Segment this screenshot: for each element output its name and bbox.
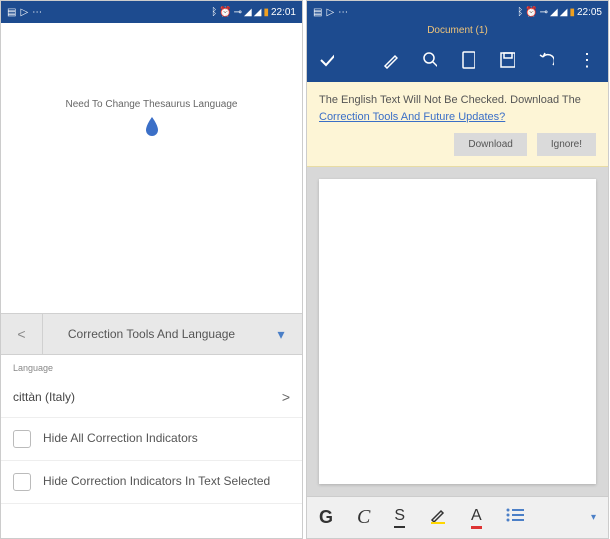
banner-link[interactable]: Correction Tools And Future Updates? — [319, 111, 505, 123]
signal-icon: ◢ — [560, 7, 568, 18]
status-bar: ▤ ▷ ⋯ ᛒ ⏰ ⊸ ◢ ◢ ▮ 22:05 — [307, 1, 608, 23]
image-icon: ▤ — [313, 7, 322, 18]
hide-selected-label: Hide Correction Indicators In Text Selec… — [43, 474, 270, 490]
pen-icon[interactable] — [382, 51, 397, 69]
status-right: ᛒ ⏰ ⊸ ◢ ◢ ▮ 22:01 — [211, 7, 296, 18]
bluetooth-icon: ᛒ — [211, 7, 217, 18]
hide-all-label: Hide All Correction Indicators — [43, 431, 198, 447]
check-icon[interactable] — [319, 51, 334, 69]
thesaurus-message: Need To Change Thesaurus Language — [66, 99, 238, 110]
battery-icon: ▮ — [263, 7, 269, 18]
save-icon[interactable] — [499, 51, 514, 69]
page[interactable] — [319, 179, 596, 484]
clock: 22:01 — [271, 7, 296, 18]
list-button[interactable] — [506, 507, 526, 528]
dropdown-icon[interactable]: ▾ — [591, 512, 596, 523]
image-icon: ▤ — [7, 7, 16, 18]
app-toolbar: ⋮ — [307, 38, 608, 82]
key-icon: ⊸ — [540, 7, 548, 18]
language-value: cittàn (Italy) — [13, 390, 75, 404]
ignore-button[interactable]: Ignore! — [537, 133, 596, 156]
phone-left: ▤ ▷ ⋯ ᛒ ⏰ ⊸ ◢ ◢ ▮ 22:01 Need To Change T… — [0, 0, 303, 539]
section-label: Language — [1, 355, 302, 377]
hide-all-row[interactable]: Hide All Correction Indicators — [1, 418, 302, 461]
hide-selected-row[interactable]: Hide Correction Indicators In Text Selec… — [1, 461, 302, 504]
play-icon: ▷ — [20, 7, 28, 18]
checkbox-hide-selected[interactable] — [13, 473, 31, 491]
play-icon: ▷ — [326, 7, 334, 18]
droplet-icon — [144, 116, 160, 136]
wifi-icon: ◢ — [244, 7, 252, 18]
more-icon: ⋯ — [32, 7, 42, 18]
tab-label[interactable]: Correction Tools And Language — [43, 327, 260, 341]
banner-text: The English Text Will Not Be Checked. Do… — [319, 92, 596, 125]
clock: 22:05 — [577, 7, 602, 18]
status-left: ▤ ▷ ⋯ — [7, 7, 42, 18]
signal-icon: ◢ — [254, 7, 262, 18]
checkbox-hide-all[interactable] — [13, 430, 31, 448]
banner-line1: The English Text Will Not Be Checked. Do… — [319, 94, 581, 106]
chevron-right-icon: > — [282, 389, 290, 405]
phone-right: ▤ ▷ ⋯ ᛒ ⏰ ⊸ ◢ ◢ ▮ 22:05 Document (1) ⋮ T… — [306, 0, 609, 539]
back-button[interactable]: < — [1, 314, 43, 354]
download-button[interactable]: Download — [454, 133, 526, 156]
document-area[interactable] — [307, 167, 608, 496]
alarm-icon: ⏰ — [525, 7, 537, 18]
bold-button[interactable]: G — [319, 507, 333, 528]
menu-icon[interactable]: ⋮ — [578, 50, 596, 71]
tab-dropdown[interactable]: ▾ — [260, 326, 302, 343]
italic-button[interactable]: C — [357, 506, 370, 529]
alarm-icon: ⏰ — [219, 7, 231, 18]
more-icon: ⋯ — [338, 7, 348, 18]
upper-area: Need To Change Thesaurus Language — [1, 23, 302, 313]
mobile-icon[interactable] — [461, 51, 475, 69]
format-bar: G C S A ▾ — [307, 496, 608, 538]
language-row[interactable]: cittàn (Italy) > — [1, 377, 302, 418]
undo-icon[interactable] — [539, 51, 554, 69]
download-banner: The English Text Will Not Be Checked. Do… — [307, 82, 608, 167]
font-color-button[interactable]: A — [471, 507, 482, 529]
document-title: Document (1) — [307, 23, 608, 38]
bluetooth-icon: ᛒ — [517, 7, 523, 18]
banner-buttons: Download Ignore! — [319, 133, 596, 156]
key-icon: ⊸ — [234, 7, 242, 18]
highlight-button[interactable] — [429, 506, 447, 529]
search-icon[interactable] — [422, 51, 437, 69]
status-right: ᛒ ⏰ ⊸ ◢ ◢ ▮ 22:05 — [517, 7, 602, 18]
status-left: ▤ ▷ ⋯ — [313, 7, 348, 18]
status-bar: ▤ ▷ ⋯ ᛒ ⏰ ⊸ ◢ ◢ ▮ 22:01 — [1, 1, 302, 23]
battery-icon: ▮ — [569, 7, 575, 18]
wifi-icon: ◢ — [550, 7, 558, 18]
underline-button[interactable]: S — [394, 507, 405, 528]
tab-bar: < Correction Tools And Language ▾ — [1, 313, 302, 355]
